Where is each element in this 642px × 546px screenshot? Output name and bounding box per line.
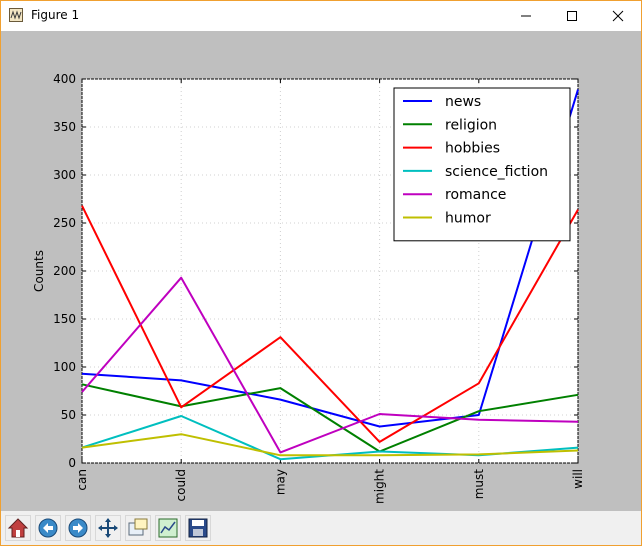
- legend-label-science_fiction: science_fiction: [445, 164, 548, 180]
- navigation-toolbar: [1, 511, 641, 545]
- zoom-rect-icon: [128, 518, 148, 536]
- figure-window: Figure 1 0 50 100 150 200 250 300 350 400 can coul…: [0, 0, 642, 546]
- y-tick-label: 0: [68, 456, 76, 470]
- y-tick-label: 400: [53, 72, 76, 86]
- x-tick-label: will: [571, 469, 585, 489]
- close-button[interactable]: [595, 1, 641, 31]
- pan-arrows-icon: [98, 518, 118, 538]
- y-tick-label: 50: [61, 408, 76, 422]
- app-icon: [9, 8, 23, 22]
- x-tick-label: could: [174, 469, 188, 502]
- home-icon: [7, 518, 29, 538]
- legend-label-religion: religion: [445, 117, 497, 133]
- line-chart: 0 50 100 150 200 250 300 350 400 can could may might…: [32, 72, 585, 504]
- title-bar[interactable]: Figure 1: [1, 1, 641, 31]
- x-tick-label: might: [373, 469, 387, 504]
- y-tick-label: 250: [53, 216, 76, 230]
- minimize-button[interactable]: [503, 1, 549, 31]
- home-button[interactable]: [5, 515, 31, 541]
- x-tick-label: can: [75, 469, 89, 491]
- y-tick-label: 150: [53, 312, 76, 326]
- legend-label-news: news: [445, 94, 481, 110]
- y-tick-label: 300: [53, 168, 76, 182]
- subplots-icon: [158, 518, 178, 538]
- y-tick-label: 100: [53, 360, 76, 374]
- forward-arrow-icon: [68, 518, 88, 538]
- back-button[interactable]: [35, 515, 61, 541]
- forward-button[interactable]: [65, 515, 91, 541]
- minimize-icon: [521, 15, 531, 17]
- maximize-button[interactable]: [549, 1, 595, 31]
- x-tick-label: must: [472, 469, 486, 500]
- y-tick-label: 200: [53, 264, 76, 278]
- figure-canvas[interactable]: 0 50 100 150 200 250 300 350 400 can could may might…: [1, 31, 641, 511]
- window-title: Figure 1: [31, 8, 80, 22]
- close-icon: [612, 10, 624, 22]
- zoom-button[interactable]: [125, 515, 151, 541]
- pan-button[interactable]: [95, 515, 121, 541]
- y-tick-label: 350: [53, 120, 76, 134]
- x-tick-label: may: [273, 469, 287, 495]
- legend-label-hobbies: hobbies: [445, 141, 500, 157]
- maximize-icon: [567, 11, 577, 21]
- save-button[interactable]: [185, 515, 211, 541]
- y-axis-label: Counts: [32, 250, 46, 292]
- floppy-disk-icon: [188, 518, 208, 538]
- back-arrow-icon: [38, 518, 58, 538]
- subplots-button[interactable]: [155, 515, 181, 541]
- legend-label-humor: humor: [445, 211, 491, 227]
- legend-label-romance: romance: [445, 187, 506, 203]
